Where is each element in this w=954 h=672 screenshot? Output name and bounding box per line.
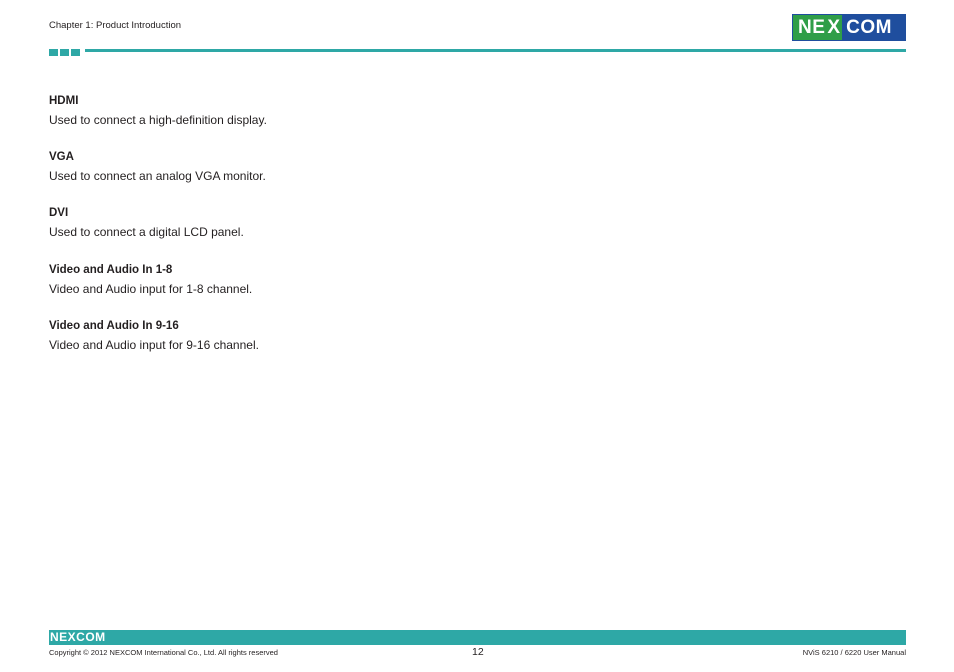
header-square [49,49,58,56]
header-rule [85,49,906,52]
footer-logo: NEXCOM [50,630,106,644]
section-dvi: DVI Used to connect a digital LCD panel. [49,206,244,239]
logo-part-x: X [827,15,843,40]
section-hdmi: HDMI Used to connect a high-definition d… [49,94,267,127]
section-heading: Video and Audio In 1-8 [49,264,173,276]
section-video-audio-9-16: Video and Audio In 9-16 Video and Audio … [49,319,259,352]
page-number: 12 [472,646,484,658]
header-squares [49,49,80,56]
section-heading: DVI [49,207,69,219]
logo-part-ne: NE [793,15,828,40]
header-square [71,49,80,56]
logo-part-com: COM [846,16,892,38]
section-heading: Video and Audio In 9-16 [49,320,179,332]
section-text: Video and Audio input for 1-8 channel. [49,282,253,296]
section-text: Used to connect a digital LCD panel. [49,225,244,239]
manual-title: NViS 6210 / 6220 User Manual [802,648,906,657]
section-heading: VGA [49,151,74,163]
header-square [60,49,69,56]
section-video-audio-1-8: Video and Audio In 1-8 Video and Audio i… [49,263,252,296]
nexcom-logo: NE X COM [792,14,906,41]
footer-bar [49,630,906,645]
section-text: Video and Audio input for 9-16 channel. [49,338,259,352]
section-vga: VGA Used to connect an analog VGA monito… [49,150,266,183]
section-text: Used to connect a high-definition displa… [49,113,267,127]
section-text: Used to connect an analog VGA monitor. [49,169,266,183]
section-heading: HDMI [49,95,79,107]
copyright-text: Copyright © 2012 NEXCOM International Co… [49,648,278,657]
chapter-title: Chapter 1: Product Introduction [49,20,182,31]
